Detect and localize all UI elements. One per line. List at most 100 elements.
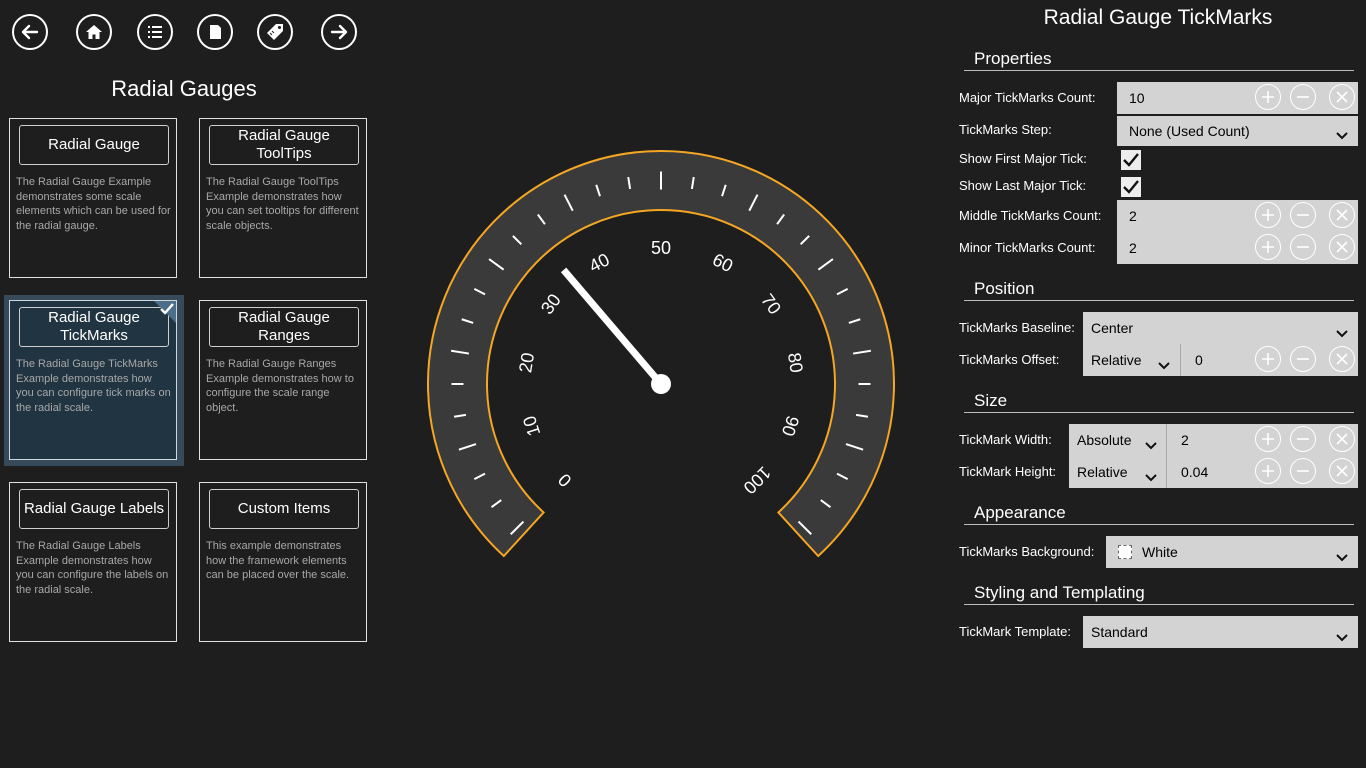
group-styling: Styling and Templating	[974, 583, 1145, 602]
minor-count-field[interactable]: 2	[1117, 232, 1358, 264]
show-last-checkbox[interactable]	[1121, 177, 1141, 197]
increment-button[interactable]	[1255, 202, 1281, 228]
list-icon	[148, 26, 162, 38]
minus-icon	[1297, 438, 1309, 440]
color-swatch-icon	[1118, 545, 1132, 559]
baseline-value: Center	[1091, 320, 1134, 336]
decrement-button[interactable]	[1290, 234, 1316, 260]
home-button[interactable]	[76, 14, 112, 50]
tile-button[interactable]: Custom Items	[209, 489, 359, 529]
close-icon	[1336, 209, 1348, 221]
show-first-checkbox[interactable]	[1121, 150, 1141, 170]
group-position: Position	[974, 279, 1035, 298]
height-label: TickMark Height:	[959, 464, 1057, 479]
decrement-button[interactable]	[1290, 202, 1316, 228]
close-icon	[1336, 433, 1348, 445]
plus-icon	[1262, 433, 1274, 445]
plus-icon	[1262, 91, 1274, 103]
page-button[interactable]	[197, 14, 233, 50]
tile-button[interactable]: Radial Gauge Ranges	[209, 307, 359, 347]
tile-description: The Radial Gauge ToolTips Example demons…	[206, 176, 359, 232]
tile-radial-gauge-tooltips[interactable]: Radial Gauge ToolTips The Radial Gauge T…	[199, 118, 367, 278]
divider	[964, 524, 1354, 525]
template-select[interactable]: Standard	[1083, 616, 1358, 648]
needle-cap	[651, 374, 671, 394]
gauge-label: 60	[709, 249, 736, 276]
increment-button[interactable]	[1255, 426, 1281, 452]
tile-radial-gauge-tickmarks[interactable]: Radial Gauge TickMarks The Radial Gauge …	[9, 300, 177, 460]
middle-count-label: Middle TickMarks Count:	[959, 208, 1102, 223]
tile-custom-items[interactable]: Custom Items This example demonstrates h…	[199, 482, 367, 642]
increment-button[interactable]	[1255, 458, 1281, 484]
minus-icon	[1297, 96, 1309, 98]
chevron-down-icon	[1336, 127, 1348, 140]
decrement-button[interactable]	[1290, 346, 1316, 372]
step-select[interactable]: None (Used Count)	[1117, 116, 1358, 146]
group-properties: Properties	[974, 49, 1052, 68]
increment-button[interactable]	[1255, 84, 1281, 110]
middle-count-value: 2	[1129, 208, 1137, 224]
increment-button[interactable]	[1255, 346, 1281, 372]
tile-description: The Radial Gauge TickMarks Example demon…	[16, 358, 171, 414]
width-label: TickMark Width:	[959, 432, 1052, 447]
background-select[interactable]: White	[1106, 536, 1358, 568]
decrement-button[interactable]	[1290, 426, 1316, 452]
tile-radial-gauge-labels[interactable]: Radial Gauge Labels The Radial Gauge Lab…	[9, 482, 177, 642]
clear-button[interactable]	[1329, 426, 1355, 452]
tag-button[interactable]	[257, 14, 293, 50]
template-value: Standard	[1091, 624, 1148, 640]
decrement-button[interactable]	[1290, 84, 1316, 110]
gauge-label: 20	[515, 351, 538, 374]
chevron-down-icon	[1336, 629, 1348, 642]
decrement-button[interactable]	[1290, 458, 1316, 484]
tile-radial-gauge[interactable]: Radial Gauge The Radial Gauge Example de…	[9, 118, 177, 278]
forward-button[interactable]	[321, 14, 357, 50]
clear-button[interactable]	[1329, 84, 1355, 110]
height-unit-value: Relative	[1077, 464, 1128, 480]
chevron-down-icon	[1145, 437, 1157, 450]
minus-icon	[1297, 246, 1309, 248]
offset-unit-value: Relative	[1091, 352, 1142, 368]
major-count-label: Major TickMarks Count:	[959, 90, 1096, 105]
tile-radial-gauge-ranges[interactable]: Radial Gauge Ranges The Radial Gauge Ran…	[199, 300, 367, 460]
panel-title: Radial Gauge TickMarks	[1043, 6, 1273, 29]
offset-label: TickMarks Offset:	[959, 352, 1060, 367]
tag-icon	[267, 24, 283, 40]
section-title: Radial Gauges	[111, 76, 257, 101]
tile-button[interactable]: Radial Gauge TickMarks	[19, 307, 169, 347]
group-appearance: Appearance	[974, 503, 1066, 522]
close-icon	[1336, 353, 1348, 365]
middle-count-field[interactable]: 2	[1117, 200, 1358, 232]
list-button[interactable]	[137, 14, 173, 50]
tile-button[interactable]: Radial Gauge	[19, 125, 169, 165]
major-count-field[interactable]: 10	[1117, 82, 1358, 114]
back-button[interactable]	[12, 14, 48, 50]
background-value: White	[1142, 544, 1178, 560]
chevron-down-icon	[1336, 549, 1348, 562]
width-unit-value: Absolute	[1077, 432, 1132, 448]
gauge-labels: 0 10 20 30 40 50 60 70 80 90100	[515, 238, 807, 498]
offset-field[interactable]: Relative 0	[1083, 344, 1358, 376]
gauge-label: 80	[784, 351, 807, 374]
close-icon	[1336, 465, 1348, 477]
home-icon	[86, 25, 102, 39]
divider	[964, 604, 1354, 605]
chevron-down-icon	[1158, 357, 1170, 370]
gauge-band	[427, 150, 895, 558]
increment-button[interactable]	[1255, 234, 1281, 260]
clear-button[interactable]	[1329, 234, 1355, 260]
major-count-value: 10	[1129, 90, 1145, 106]
clear-button[interactable]	[1329, 346, 1355, 372]
clear-button[interactable]	[1329, 458, 1355, 484]
gauge-needle	[560, 267, 671, 394]
tile-button[interactable]: Radial Gauge Labels	[19, 489, 169, 529]
divider	[964, 70, 1354, 71]
minor-count-label: Minor TickMarks Count:	[959, 240, 1096, 255]
tile-button[interactable]: Radial Gauge ToolTips	[209, 125, 359, 165]
divider	[964, 412, 1354, 413]
tile-description: The Radial Gauge Ranges Example demonstr…	[206, 358, 354, 414]
tile-description: The Radial Gauge Example demonstrates so…	[16, 176, 171, 232]
clear-button[interactable]	[1329, 202, 1355, 228]
baseline-select[interactable]: Center	[1083, 312, 1358, 344]
baseline-label: TickMarks Baseline:	[959, 320, 1075, 335]
